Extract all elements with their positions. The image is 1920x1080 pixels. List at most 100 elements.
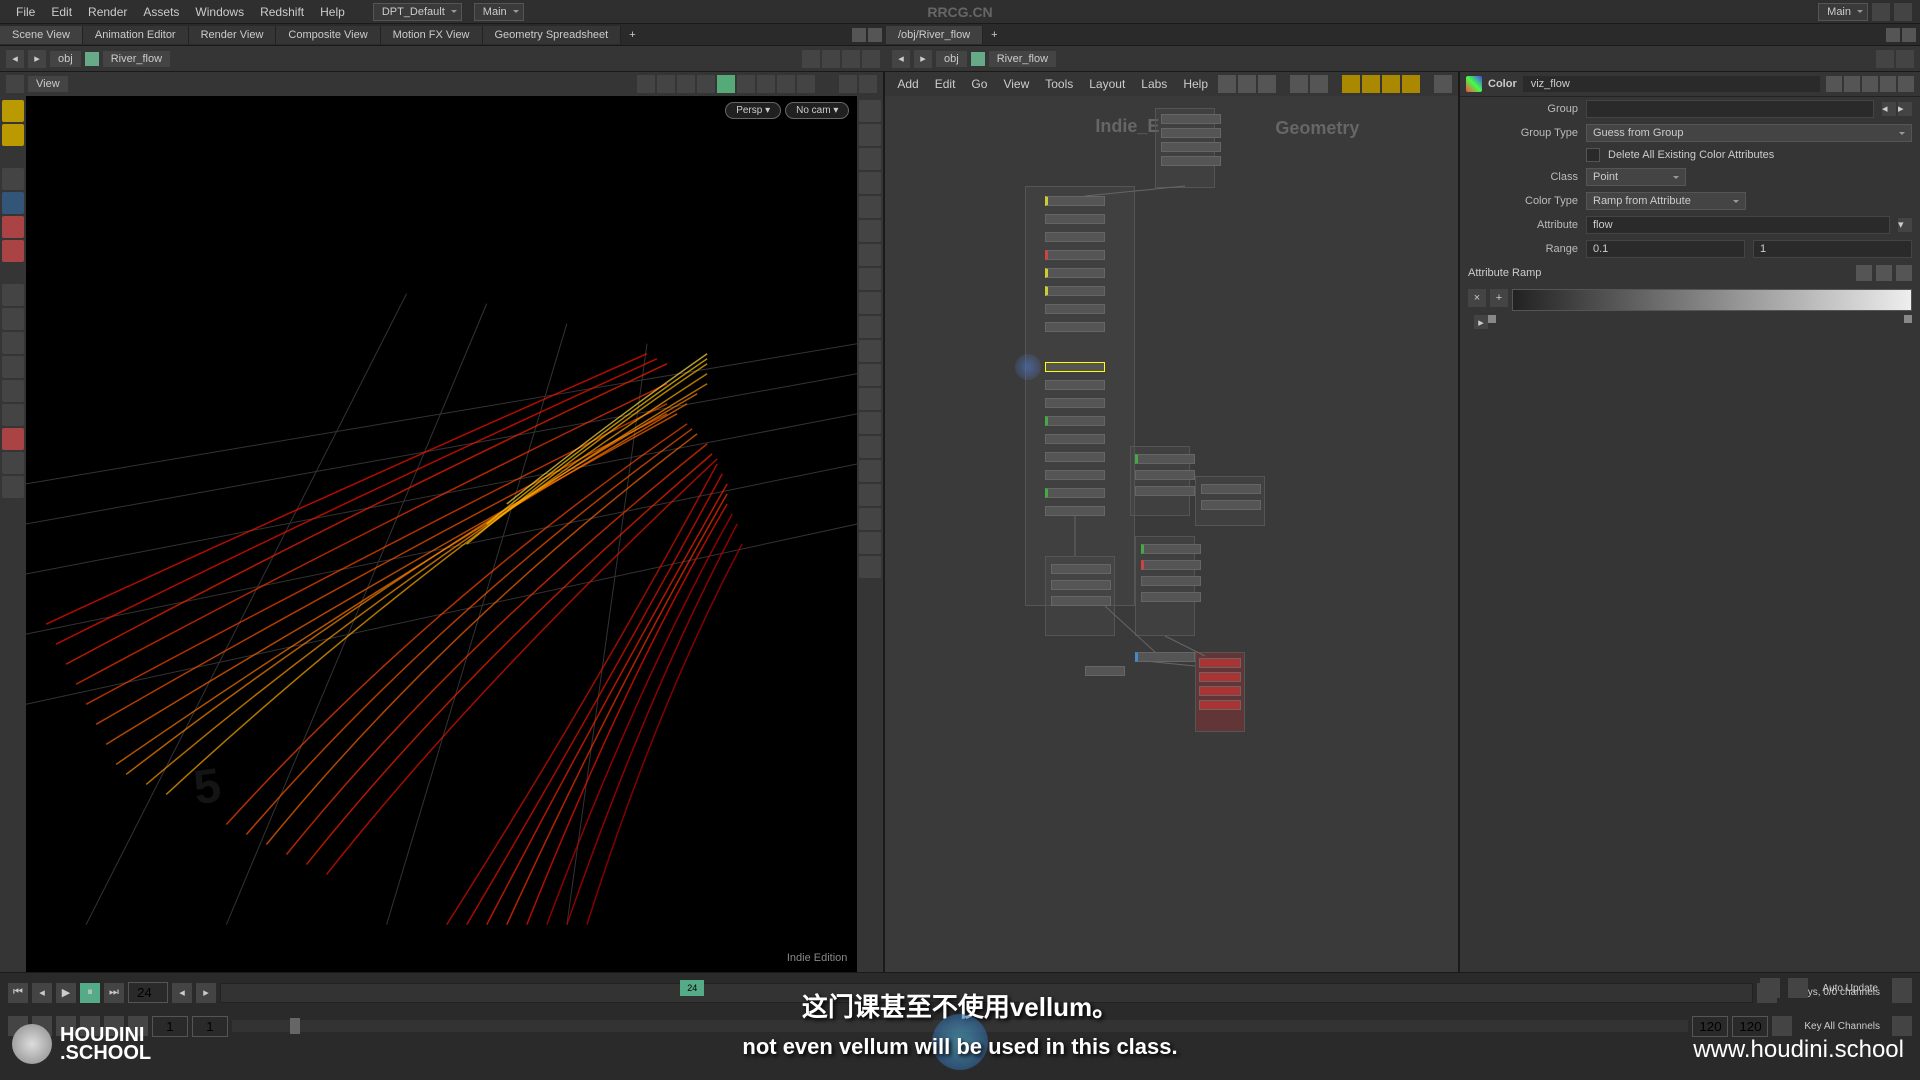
tl2-b1-icon[interactable] <box>32 1016 52 1036</box>
tab-add-left[interactable]: + <box>621 26 643 44</box>
param-pin-icon[interactable] <box>1898 76 1914 92</box>
vp-rotate-icon[interactable] <box>677 75 695 93</box>
rpath-tool-2-icon[interactable] <box>1896 50 1914 68</box>
param-info-icon[interactable] <box>1880 76 1896 92</box>
vl-t6-icon[interactable] <box>2 404 24 426</box>
path-riverflow[interactable]: River_flow <box>103 51 170 67</box>
nicon-search[interactable] <box>1434 75 1452 93</box>
vl-t9-icon[interactable] <box>2 476 24 498</box>
node-a1[interactable] <box>1161 114 1221 124</box>
tl-first-icon[interactable]: ⏮ <box>8 983 28 1003</box>
menu-edit[interactable]: Edit <box>43 5 80 19</box>
vl-t2-icon[interactable] <box>2 308 24 330</box>
rpath-riverflow[interactable]: River_flow <box>989 51 1056 67</box>
vl-lock-icon[interactable] <box>2 192 24 214</box>
node-e2[interactable] <box>1051 580 1111 590</box>
path-fwd-icon[interactable]: ▸ <box>28 50 46 68</box>
nicon-3[interactable] <box>1258 75 1276 93</box>
top-icon-2[interactable] <box>1894 3 1912 21</box>
vr-2-icon[interactable] <box>859 124 881 146</box>
tab-composite-view[interactable]: Composite View <box>276 26 380 44</box>
node-d1[interactable] <box>1201 484 1261 494</box>
right-context-selector[interactable]: Main <box>1818 3 1868 21</box>
vr-17-icon[interactable] <box>859 484 881 506</box>
rpath-obj[interactable]: obj <box>936 51 967 67</box>
node-d2[interactable] <box>1201 500 1261 510</box>
nmenu-layout[interactable]: Layout <box>1083 75 1131 93</box>
vr-8-icon[interactable] <box>859 268 881 290</box>
ramp-marker-left[interactable] <box>1488 315 1496 323</box>
node-c1[interactable] <box>1135 454 1195 464</box>
path-tool-3-icon[interactable] <box>842 50 860 68</box>
node-b6[interactable] <box>1045 286 1105 296</box>
nicon-9[interactable] <box>1402 75 1420 93</box>
top-icon-1[interactable] <box>1872 3 1890 21</box>
vl-t1-icon[interactable] <box>2 284 24 306</box>
nicon-8[interactable] <box>1382 75 1400 93</box>
tl2-end2[interactable] <box>1732 1016 1768 1037</box>
vp-shade-icon[interactable] <box>757 75 775 93</box>
tl-track[interactable]: 24 <box>220 983 1753 1003</box>
node-b5[interactable] <box>1045 268 1105 278</box>
node-c3[interactable] <box>1135 486 1195 496</box>
tl2-keyall[interactable]: Key All Channels <box>1796 1019 1888 1034</box>
ramp-del-btn[interactable]: × <box>1468 289 1486 307</box>
tab-geo-spreadsheet[interactable]: Geometry Spreadsheet <box>483 26 622 44</box>
vr-12-icon[interactable] <box>859 364 881 386</box>
vr-13-icon[interactable] <box>859 388 881 410</box>
tl2-opt-icon[interactable] <box>1892 1016 1912 1036</box>
param-gear-icon[interactable] <box>1826 76 1842 92</box>
nmenu-labs[interactable]: Labs <box>1135 75 1173 93</box>
node-b14[interactable] <box>1045 452 1105 462</box>
status-auto-update[interactable]: Auto Update <box>1816 981 1884 996</box>
vl-t7-icon[interactable] <box>2 428 24 450</box>
node-f4[interactable] <box>1141 592 1201 602</box>
path-tool-1-icon[interactable] <box>802 50 820 68</box>
path-tool-2-icon[interactable] <box>822 50 840 68</box>
nmenu-tools[interactable]: Tools <box>1039 75 1079 93</box>
menu-help[interactable]: Help <box>312 5 353 19</box>
tl2-start1[interactable] <box>152 1016 188 1037</box>
attr-menu-icon[interactable]: ▾ <box>1898 218 1912 232</box>
vp-light-icon[interactable] <box>777 75 795 93</box>
rpath-fwd-icon[interactable]: ▸ <box>914 50 932 68</box>
node-h2[interactable] <box>1199 672 1241 682</box>
status-msg-icon[interactable] <box>1760 978 1780 998</box>
tl2-b2-icon[interactable] <box>56 1016 76 1036</box>
tab-maximize-left-icon[interactable] <box>852 28 866 42</box>
vr-15-icon[interactable] <box>859 436 881 458</box>
tl2-start2[interactable] <box>192 1016 228 1037</box>
tl2-b5-icon[interactable] <box>128 1016 148 1036</box>
ramp-opt-icon[interactable] <box>1896 265 1912 281</box>
vp-scale-icon[interactable] <box>697 75 715 93</box>
context-selector[interactable]: Main <box>474 3 524 21</box>
vp-view-label[interactable]: View <box>28 76 68 92</box>
pcheck-delete[interactable] <box>1586 148 1600 162</box>
tab-motion-fx[interactable]: Motion FX View <box>381 26 483 44</box>
nicon-2[interactable] <box>1238 75 1256 93</box>
rpath-back-icon[interactable]: ◂ <box>892 50 910 68</box>
vp-render-icon[interactable] <box>797 75 815 93</box>
ramp-gradient[interactable] <box>1512 289 1912 311</box>
pselect-class[interactable]: Point <box>1586 168 1686 186</box>
tab-maximize-right-icon[interactable] <box>1886 28 1900 42</box>
node-b10[interactable] <box>1045 380 1105 390</box>
menu-redshift[interactable]: Redshift <box>252 5 312 19</box>
tab-menu-right-icon[interactable] <box>1902 28 1916 42</box>
tl-playhead[interactable]: 24 <box>680 980 704 996</box>
menu-windows[interactable]: Windows <box>187 5 252 19</box>
node-e1[interactable] <box>1051 564 1111 574</box>
nicon-1[interactable] <box>1218 75 1236 93</box>
vp-select-icon[interactable] <box>637 75 655 93</box>
tab-render-view[interactable]: Render View <box>189 26 277 44</box>
nicon-7[interactable] <box>1362 75 1380 93</box>
node-b13[interactable] <box>1045 434 1105 444</box>
tl-current-frame[interactable] <box>128 982 168 1003</box>
pinput-range-max[interactable] <box>1753 240 1912 258</box>
ramp-marker-right[interactable] <box>1904 315 1912 323</box>
node-f3[interactable] <box>1141 576 1201 586</box>
camera-dropdown[interactable]: No cam ▾ <box>785 102 849 119</box>
vl-t4-icon[interactable] <box>2 356 24 378</box>
tl-pause-icon[interactable]: ⏸ <box>80 983 100 1003</box>
tl2-slider[interactable] <box>290 1018 300 1034</box>
